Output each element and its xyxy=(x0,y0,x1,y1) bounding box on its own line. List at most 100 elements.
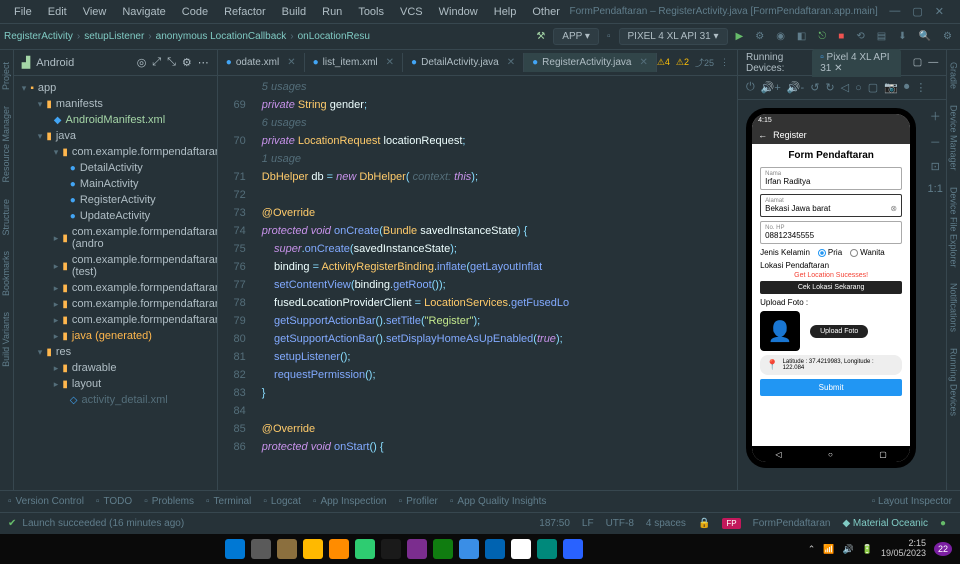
tool-bookmarks[interactable]: Bookmarks xyxy=(1,247,11,300)
minimize-icon[interactable]: — xyxy=(928,57,938,68)
tool-logcat[interactable]: ▫Logcat xyxy=(263,496,301,507)
sync-icon[interactable]: ⟲ xyxy=(852,29,868,44)
tool-profiler[interactable]: ▫Profiler xyxy=(399,496,438,507)
taskbar-app[interactable] xyxy=(303,539,323,559)
volume-icon[interactable]: 🔊 xyxy=(843,544,854,555)
menu-run[interactable]: Run xyxy=(316,4,348,20)
taskbar-app[interactable] xyxy=(433,539,453,559)
indent[interactable]: 4 spaces xyxy=(640,518,692,529)
search-icon[interactable]: 🔍 xyxy=(915,29,935,44)
taskbar-app[interactable] xyxy=(563,539,583,559)
profile-icon[interactable]: ◧ xyxy=(793,29,810,44)
volup-icon[interactable]: 🔊+ xyxy=(761,81,781,94)
zoom-in-icon[interactable]: ＋ xyxy=(930,108,941,124)
menu-window[interactable]: Window xyxy=(433,4,484,20)
run-icon[interactable]: ▶ xyxy=(732,29,748,44)
line-ending[interactable]: LF xyxy=(576,518,600,529)
project-name[interactable]: FormPendaftaran xyxy=(747,518,837,529)
project-tree[interactable]: ▾▪app ▾▮manifests ◆AndroidManifest.xml ▾… xyxy=(14,76,217,490)
menu-edit[interactable]: Edit xyxy=(42,4,73,20)
tool-problems[interactable]: ▫Problems xyxy=(144,496,194,507)
notification-count[interactable]: 22 xyxy=(934,542,952,556)
taskbar-app[interactable] xyxy=(277,539,297,559)
menu-build[interactable]: Build xyxy=(276,4,312,20)
menu-navigate[interactable]: Navigate xyxy=(116,4,171,20)
taskbar-app[interactable] xyxy=(355,539,375,559)
menu-view[interactable]: View xyxy=(77,4,113,20)
tool-version-control[interactable]: ▫Version Control xyxy=(8,496,84,507)
upload-button[interactable]: Upload Foto xyxy=(810,325,868,338)
tree-package[interactable]: ▸▮com.example.formpendaftaran.model xyxy=(14,312,217,328)
tree-file[interactable]: ●UpdateActivity xyxy=(14,208,217,224)
tree-package[interactable]: ▸▮com.example.formpendaftaran (andro xyxy=(14,224,217,252)
tool-structure[interactable]: Structure xyxy=(1,195,11,240)
menu-other[interactable]: Other xyxy=(526,4,566,20)
taskbar-app[interactable] xyxy=(485,539,505,559)
attach-icon[interactable]: ⎋ xyxy=(814,29,830,44)
status-dot-icon[interactable]: ● xyxy=(934,518,952,529)
more-icon[interactable]: ⋮ xyxy=(915,81,926,94)
zoom-fit-icon[interactable]: ⊡ xyxy=(931,160,940,173)
tool-device-file-explorer[interactable]: Device File Explorer xyxy=(949,183,959,272)
alamat-field[interactable]: AlamatBekasi Jawa barat⊗ xyxy=(760,194,902,217)
tool-terminal[interactable]: ▫Terminal xyxy=(206,496,251,507)
tool-notifications[interactable]: Notifications xyxy=(949,279,959,336)
voldown-icon[interactable]: 🔊- xyxy=(787,81,804,94)
window-icon[interactable]: ▢ xyxy=(913,57,922,68)
tree-folder[interactable]: ▸▮layout xyxy=(14,376,217,392)
tree-file[interactable]: ●DetailActivity xyxy=(14,160,217,176)
device-icon[interactable]: ▫ xyxy=(603,29,615,44)
target-icon[interactable]: ◎ xyxy=(137,56,147,69)
tree-package[interactable]: ▸▮com.example.formpendaftaran (test) xyxy=(14,252,217,280)
settings-icon[interactable]: ⚙ xyxy=(939,29,956,44)
tool-gradle[interactable]: Gradle xyxy=(949,58,959,93)
menu-vcs[interactable]: VCS xyxy=(394,4,429,20)
editor-tab[interactable]: ●list_item.xml✕ xyxy=(305,53,403,72)
tool-build-variants[interactable]: Build Variants xyxy=(1,308,11,371)
tree-file[interactable]: ●RegisterActivity xyxy=(14,192,217,208)
rotright-icon[interactable]: ↻ xyxy=(825,81,834,94)
taskbar-app[interactable] xyxy=(511,539,531,559)
home-icon[interactable]: ○ xyxy=(855,82,862,94)
power-icon[interactable]: ⏻ xyxy=(746,81,755,94)
cursor-position[interactable]: 187:50 xyxy=(533,518,576,529)
tree-file[interactable]: ●MainActivity xyxy=(14,176,217,192)
tool-running-devices[interactable]: Running Devices xyxy=(949,344,959,420)
run-config-combo[interactable]: APP ▾ xyxy=(553,28,599,45)
rotleft-icon[interactable]: ↺ xyxy=(810,81,819,94)
cek-lokasi-button[interactable]: Cek Lokasi Sekarang xyxy=(760,281,902,294)
zoom-actual-icon[interactable]: 1:1 xyxy=(928,183,943,195)
menu-tools[interactable]: Tools xyxy=(352,4,390,20)
minimize-icon[interactable]: — xyxy=(889,5,900,18)
tool-resource-manager[interactable]: Resource Manager xyxy=(1,102,11,187)
avd-icon[interactable]: ▤ xyxy=(873,29,890,44)
tool-app-quality-insights[interactable]: ▫App Quality Insights xyxy=(450,496,546,507)
encoding[interactable]: UTF-8 xyxy=(600,518,640,529)
layout-inspector[interactable]: ▫ Layout Inspector xyxy=(872,496,952,507)
close-icon[interactable]: ✕ xyxy=(935,5,944,18)
taskbar-app[interactable] xyxy=(459,539,479,559)
settings-icon[interactable]: ⚙ xyxy=(182,56,192,69)
hammer-icon[interactable]: ⚒ xyxy=(532,29,549,44)
nama-field[interactable]: NamaIrfan Raditya xyxy=(760,167,902,190)
debug-icon[interactable]: ⚙ xyxy=(751,29,768,44)
gender-radios[interactable]: Jenis Kelamin Pria Wanita xyxy=(760,248,902,257)
project-panel-header[interactable]: ▟ Android ◎ ⤢ ⤡ ⚙ ⋯ xyxy=(14,50,217,76)
editor-tab[interactable]: ●DetailActivity.java✕ xyxy=(403,53,524,72)
device-combo[interactable]: PIXEL 4 XL API 31 ▾ xyxy=(619,28,728,45)
tool-project[interactable]: Project xyxy=(1,58,11,94)
record-icon[interactable]: ⏺ xyxy=(904,81,910,94)
menu-code[interactable]: Code xyxy=(176,4,214,20)
editor-tab[interactable]: ●odate.xml✕ xyxy=(218,53,305,72)
taskbar-app[interactable] xyxy=(537,539,557,559)
collapse-icon[interactable]: ⤡ xyxy=(167,56,176,69)
tool-device-manager[interactable]: Device Manager xyxy=(949,101,959,175)
sdk-icon[interactable]: ⬇ xyxy=(894,29,910,44)
breadcrumb[interactable]: RegisterActivity›setupListener›anonymous… xyxy=(4,31,370,42)
more-icon[interactable]: ⋯ xyxy=(198,56,209,69)
hp-field[interactable]: No. HP08812345555 xyxy=(760,221,902,244)
zoom-out-icon[interactable]: － xyxy=(930,134,941,150)
taskbar-app[interactable] xyxy=(407,539,427,559)
expand-icon[interactable]: ⤢ xyxy=(152,56,161,69)
tree-package[interactable]: ▸▮com.example.formpendaftaran.adapto xyxy=(14,280,217,296)
